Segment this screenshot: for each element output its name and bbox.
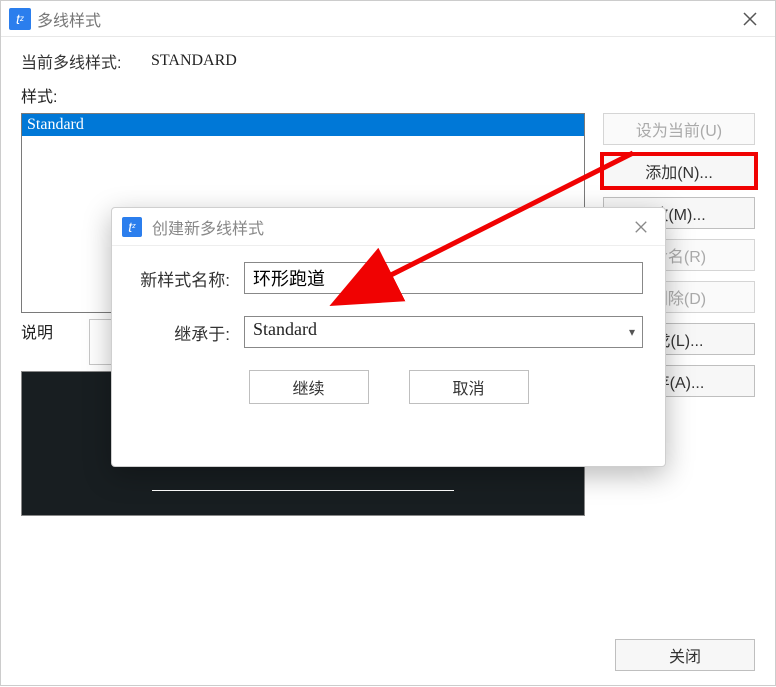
preview-line bbox=[152, 490, 454, 491]
current-style-label: 当前多线样式: bbox=[21, 49, 151, 73]
add-button[interactable]: 添加(N)... bbox=[603, 155, 755, 187]
main-titlebar: tz 多线样式 bbox=[1, 1, 775, 37]
main-close-button[interactable] bbox=[733, 5, 767, 33]
current-style-value: STANDARD bbox=[151, 52, 237, 70]
close-button[interactable]: 关闭 bbox=[615, 639, 755, 671]
close-icon bbox=[742, 11, 758, 27]
continue-button[interactable]: 继续 bbox=[249, 370, 369, 404]
app-icon: tz bbox=[122, 217, 142, 237]
inherit-select[interactable]: Standard bbox=[244, 316, 643, 348]
name-input[interactable] bbox=[244, 262, 643, 294]
sub-close-button[interactable] bbox=[627, 213, 655, 241]
styles-heading: 样式: bbox=[21, 83, 755, 107]
inherit-label: 继承于: bbox=[134, 320, 244, 345]
inherit-select-value: Standard bbox=[253, 319, 317, 339]
sub-title: 创建新多线样式 bbox=[152, 215, 264, 239]
name-label: 新样式名称: bbox=[134, 266, 244, 291]
list-item[interactable]: Standard bbox=[22, 114, 584, 136]
create-style-dialog: tz 创建新多线样式 新样式名称: 继承于: Standard ▾ 继续 取消 bbox=[111, 207, 666, 467]
description-label: 说明 bbox=[21, 319, 77, 343]
sub-titlebar: tz 创建新多线样式 bbox=[112, 208, 665, 246]
set-current-button[interactable]: 设为当前(U) bbox=[603, 113, 755, 145]
footer: 关闭 bbox=[615, 639, 755, 671]
close-icon bbox=[634, 220, 648, 234]
main-title: 多线样式 bbox=[37, 7, 101, 31]
cancel-button[interactable]: 取消 bbox=[409, 370, 529, 404]
app-icon: tz bbox=[9, 8, 31, 30]
